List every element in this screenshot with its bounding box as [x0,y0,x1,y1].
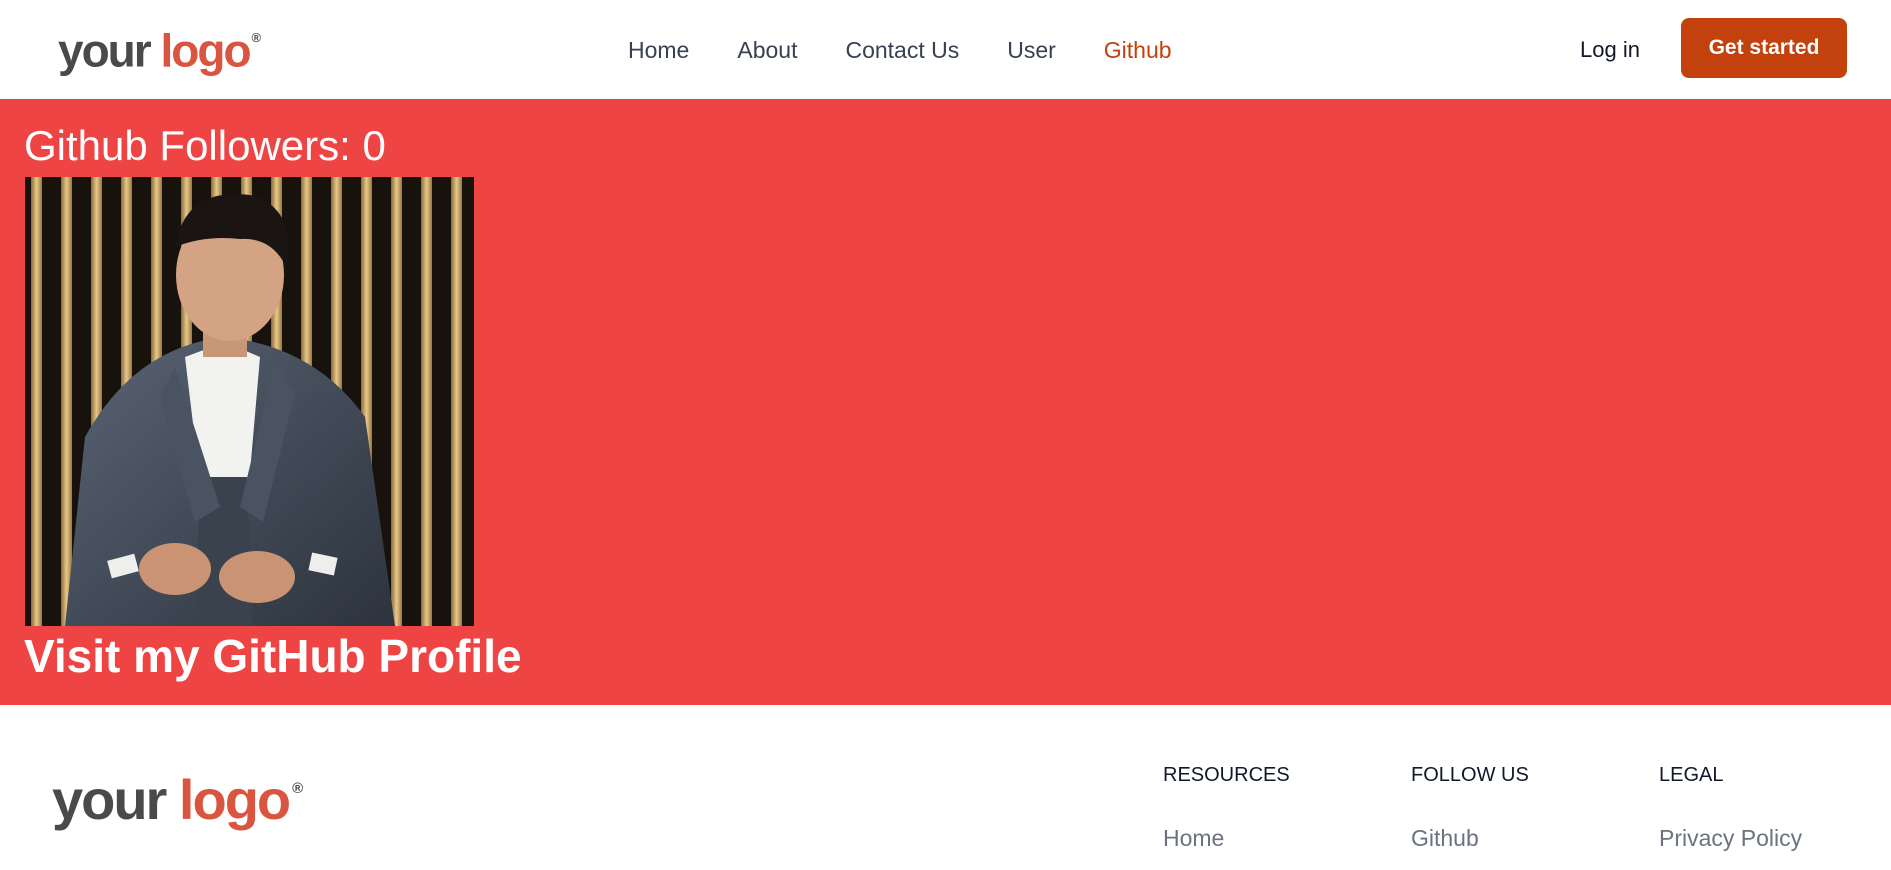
nav-home[interactable]: Home [628,37,689,64]
footer-link-github[interactable]: Github [1411,825,1529,852]
get-started-button[interactable]: Get started [1681,18,1847,78]
footer-col-resources: RESOURCES Home [1163,757,1290,852]
registered-mark: ® [292,780,304,797]
footer-col-title: LEGAL [1659,764,1724,786]
nav-github[interactable]: Github [1104,37,1172,64]
logo-word-your: your [52,768,167,831]
logo-word-your: your [58,24,152,77]
github-profile-link[interactable]: Visit my GitHub Profile [24,629,522,683]
nav-contact-us[interactable]: Contact Us [845,37,959,64]
footer-col-legal: LEGAL Privacy Policy [1659,757,1802,852]
registered-mark: ® [251,30,262,45]
footer-link-privacy-policy[interactable]: Privacy Policy [1659,825,1802,852]
github-section: Github Followers: 0 Visit my GitHub Prof… [0,99,1891,705]
followers-count: Github Followers: 0 [24,122,386,169]
logo-word-logo: logo [160,24,251,77]
profile-photo [25,177,474,626]
footer-col-follow-us: FOLLOW US Github [1411,757,1529,852]
footer-link-home[interactable]: Home [1163,825,1290,852]
logo-word-logo: logo [178,768,291,831]
footer-col-title: FOLLOW US [1411,764,1529,786]
site-header: your logo ® Home About Contact Us User Gi… [0,0,1891,99]
header-logo[interactable]: your logo ® [58,16,262,80]
main-nav: Home About Contact Us User Github [628,34,1220,66]
nav-user[interactable]: User [1007,37,1056,64]
footer-col-title: RESOURCES [1163,764,1290,786]
nav-about[interactable]: About [737,37,797,64]
footer-logo[interactable]: your logo ® [52,767,304,848]
site-footer: your logo ® RESOURCES Home FOLLOW US Gith… [0,705,1891,870]
login-link[interactable]: Log in [1580,34,1640,66]
